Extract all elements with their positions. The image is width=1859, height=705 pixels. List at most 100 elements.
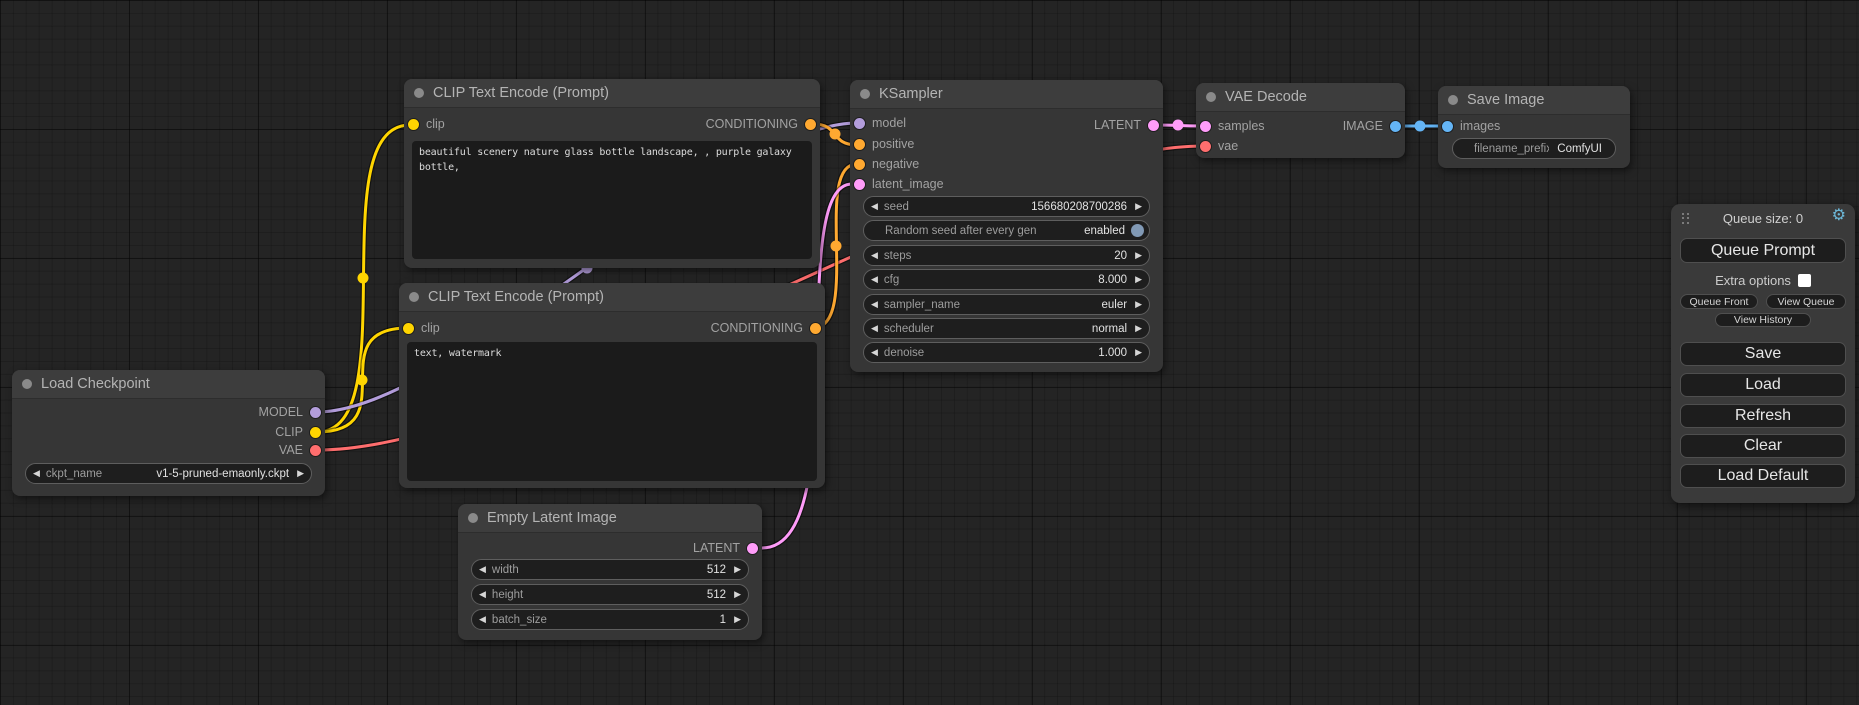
node-clip-text-encode-negative[interactable]: CLIP Text Encode (Prompt) clip CONDITION…	[399, 283, 825, 488]
decrement-arrow-icon[interactable]: ◀	[871, 300, 878, 309]
node-empty-latent-image[interactable]: Empty Latent Image LATENT ◀ width 512 ▶ …	[458, 504, 762, 640]
vae-port-icon[interactable]	[1200, 141, 1211, 152]
increment-arrow-icon[interactable]: ▶	[1135, 324, 1142, 333]
output-vae[interactable]: VAE	[279, 443, 321, 457]
save-button[interactable]: Save	[1680, 342, 1846, 366]
collapse-dot-icon[interactable]	[414, 88, 424, 98]
clear-button[interactable]: Clear	[1680, 434, 1846, 458]
output-model[interactable]: MODEL	[259, 405, 321, 419]
decrement-arrow-icon[interactable]: ◀	[871, 251, 878, 260]
widget-seed[interactable]: ◀ seed 156680208700286 ▶	[863, 196, 1150, 217]
collapse-dot-icon[interactable]	[860, 89, 870, 99]
decrement-arrow-icon[interactable]: ◀	[479, 615, 486, 624]
node-ksampler[interactable]: KSampler model positive negative latent_…	[850, 80, 1163, 372]
collapse-dot-icon[interactable]	[468, 513, 478, 523]
decrement-arrow-icon[interactable]: ◀	[871, 202, 878, 211]
collapse-dot-icon[interactable]	[1448, 95, 1458, 105]
conditioning-port-icon[interactable]	[810, 323, 821, 334]
input-clip[interactable]: clip	[408, 117, 445, 131]
widget-filename-prefix[interactable]: filename_prefix ComfyUI	[1452, 138, 1616, 159]
increment-arrow-icon[interactable]: ▶	[1135, 251, 1142, 260]
conditioning-port-icon[interactable]	[854, 159, 865, 170]
extra-options-checkbox[interactable]	[1798, 274, 1811, 287]
prompt-text-negative[interactable]: text, watermark	[407, 342, 817, 481]
node-save-image[interactable]: Save Image images filename_prefix ComfyU…	[1438, 86, 1630, 168]
node-title-bar[interactable]: CLIP Text Encode (Prompt)	[404, 79, 820, 108]
collapse-dot-icon[interactable]	[22, 379, 32, 389]
conditioning-port-icon[interactable]	[854, 139, 865, 150]
link-midpoint-dot[interactable]	[1415, 121, 1426, 132]
image-port-icon[interactable]	[1390, 121, 1401, 132]
input-samples[interactable]: samples	[1200, 119, 1265, 133]
latent-port-icon[interactable]	[747, 543, 758, 554]
decrement-arrow-icon[interactable]: ◀	[871, 324, 878, 333]
link-midpoint-dot[interactable]	[358, 273, 369, 284]
settings-gear-icon[interactable]: ⚙	[1832, 208, 1846, 224]
collapse-dot-icon[interactable]	[409, 292, 419, 302]
widget-steps[interactable]: ◀ steps 20 ▶	[863, 245, 1150, 266]
node-title-bar[interactable]: Load Checkpoint	[12, 370, 325, 399]
node-title-bar[interactable]: VAE Decode	[1196, 83, 1405, 112]
increment-arrow-icon[interactable]: ▶	[1135, 300, 1142, 309]
input-positive[interactable]: positive	[854, 137, 914, 151]
widget-cfg[interactable]: ◀ cfg 8.000 ▶	[863, 269, 1150, 290]
increment-arrow-icon[interactable]: ▶	[1135, 275, 1142, 284]
view-history-button[interactable]: View History	[1715, 313, 1811, 327]
increment-arrow-icon[interactable]: ▶	[734, 590, 741, 599]
link-midpoint-dot[interactable]	[830, 129, 841, 140]
output-latent[interactable]: LATENT	[693, 541, 758, 555]
latent-port-icon[interactable]	[1200, 121, 1211, 132]
link-midpoint-dot[interactable]	[357, 375, 368, 386]
increment-arrow-icon[interactable]: ▶	[1135, 348, 1142, 357]
increment-arrow-icon[interactable]: ▶	[734, 615, 741, 624]
widget-random-seed-toggle[interactable]: Random seed after every gen enabled	[863, 220, 1150, 241]
load-default-button[interactable]: Load Default	[1680, 464, 1846, 488]
latent-port-icon[interactable]	[854, 179, 865, 190]
decrement-arrow-icon[interactable]: ◀	[33, 469, 40, 478]
collapse-dot-icon[interactable]	[1206, 92, 1216, 102]
conditioning-port-icon[interactable]	[805, 119, 816, 130]
widget-ckpt-name[interactable]: ◀ ckpt_name v1-5-pruned-emaonly.ckpt ▶	[25, 463, 312, 484]
clip-port-icon[interactable]	[403, 323, 414, 334]
decrement-arrow-icon[interactable]: ◀	[479, 590, 486, 599]
node-clip-text-encode-positive[interactable]: CLIP Text Encode (Prompt) clip CONDITION…	[404, 79, 820, 268]
queue-front-button[interactable]: Queue Front	[1680, 294, 1758, 309]
node-title-bar[interactable]: CLIP Text Encode (Prompt)	[399, 283, 825, 312]
view-queue-button[interactable]: View Queue	[1766, 294, 1846, 309]
model-port-icon[interactable]	[854, 118, 865, 129]
latent-port-icon[interactable]	[1148, 120, 1159, 131]
vae-port-icon[interactable]	[310, 445, 321, 456]
decrement-arrow-icon[interactable]: ◀	[871, 348, 878, 357]
node-load-checkpoint[interactable]: Load Checkpoint MODEL CLIP VAE ◀ ckpt_na…	[12, 370, 325, 496]
node-title-bar[interactable]: Empty Latent Image	[458, 504, 762, 533]
decrement-arrow-icon[interactable]: ◀	[479, 565, 486, 574]
clip-port-icon[interactable]	[408, 119, 419, 130]
widget-height[interactable]: ◀ height 512 ▶	[471, 584, 749, 605]
output-latent[interactable]: LATENT	[1094, 118, 1159, 132]
prompt-text-positive[interactable]: beautiful scenery nature glass bottle la…	[412, 141, 812, 259]
output-conditioning[interactable]: CONDITIONING	[711, 321, 821, 335]
increment-arrow-icon[interactable]: ▶	[734, 565, 741, 574]
comfyui-canvas[interactable]: { "icons": { "arrow_left": "◀", "arrow_r…	[0, 0, 1859, 705]
refresh-button[interactable]: Refresh	[1680, 404, 1846, 428]
widget-scheduler[interactable]: ◀ scheduler normal ▶	[863, 318, 1150, 339]
input-latent-image[interactable]: latent_image	[854, 177, 944, 191]
image-port-icon[interactable]	[1442, 121, 1453, 132]
widget-sampler-name[interactable]: ◀ sampler_name euler ▶	[863, 294, 1150, 315]
widget-width[interactable]: ◀ width 512 ▶	[471, 559, 749, 580]
input-vae[interactable]: vae	[1200, 139, 1238, 153]
clip-port-icon[interactable]	[310, 427, 321, 438]
output-image[interactable]: IMAGE	[1343, 119, 1401, 133]
decrement-arrow-icon[interactable]: ◀	[871, 275, 878, 284]
link-midpoint-dot[interactable]	[831, 241, 842, 252]
input-negative[interactable]: negative	[854, 157, 919, 171]
link-midpoint-dot[interactable]	[1173, 120, 1184, 131]
widget-denoise[interactable]: ◀ denoise 1.000 ▶	[863, 342, 1150, 363]
queue-prompt-button[interactable]: Queue Prompt	[1680, 238, 1846, 263]
output-conditioning[interactable]: CONDITIONING	[706, 117, 816, 131]
increment-arrow-icon[interactable]: ▶	[1135, 202, 1142, 211]
node-title-bar[interactable]: KSampler	[850, 80, 1163, 109]
node-title-bar[interactable]: Save Image	[1438, 86, 1630, 115]
load-button[interactable]: Load	[1680, 373, 1846, 397]
input-images[interactable]: images	[1442, 119, 1500, 133]
